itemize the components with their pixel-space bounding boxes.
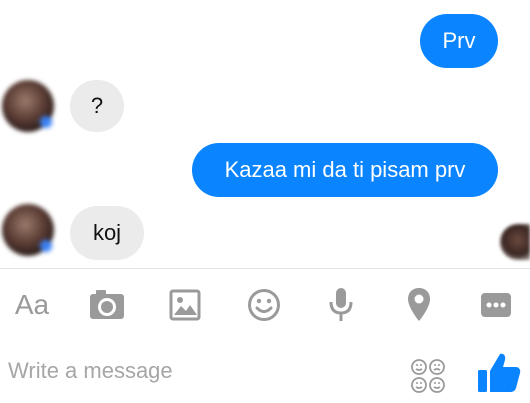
- message-text: Prv: [442, 28, 476, 53]
- emoji-button[interactable]: [245, 269, 283, 341]
- camera-button[interactable]: [86, 269, 128, 341]
- sticker-faces-icon: [411, 359, 445, 393]
- message-text: koj: [92, 220, 122, 245]
- microphone-icon: [329, 288, 353, 321]
- contact-avatar[interactable]: [2, 80, 54, 132]
- location-button[interactable]: [403, 269, 435, 341]
- emoji-icon: [248, 289, 280, 321]
- location-pin-icon: [408, 288, 430, 321]
- incoming-message-bubble[interactable]: koj: [70, 206, 144, 260]
- camera-icon: [90, 290, 124, 319]
- message-composer: [0, 340, 530, 403]
- sticker-button[interactable]: [410, 358, 446, 394]
- thumbs-up-icon: [478, 353, 521, 392]
- more-icon: [481, 293, 511, 317]
- more-options-button[interactable]: [478, 269, 514, 341]
- incoming-message-bubble[interactable]: ?: [70, 80, 124, 132]
- contact-avatar[interactable]: [2, 204, 54, 256]
- message-text: ?: [90, 93, 104, 118]
- messenger-badge-icon: [40, 240, 52, 252]
- photo-gallery-button[interactable]: [166, 269, 204, 341]
- image-icon: [169, 289, 201, 321]
- text-format-button[interactable]: Aa: [4, 269, 60, 341]
- text-format-label: Aa: [14, 289, 50, 320]
- messenger-badge-icon: [40, 116, 52, 128]
- seen-avatar: [500, 224, 530, 260]
- composer-toolbar: Aa: [0, 268, 530, 340]
- message-input[interactable]: [8, 354, 368, 388]
- outgoing-message-bubble[interactable]: Prv: [420, 14, 498, 68]
- like-button[interactable]: [476, 350, 522, 396]
- message-text: Kazaa mi da ti pisam prv: [224, 157, 466, 182]
- voice-record-button[interactable]: [325, 269, 357, 341]
- outgoing-message-bubble[interactable]: Kazaa mi da ti pisam prv: [192, 143, 498, 197]
- message-thread[interactable]: Prv ? Kazaa mi da ti pisam prv koj: [0, 0, 530, 268]
